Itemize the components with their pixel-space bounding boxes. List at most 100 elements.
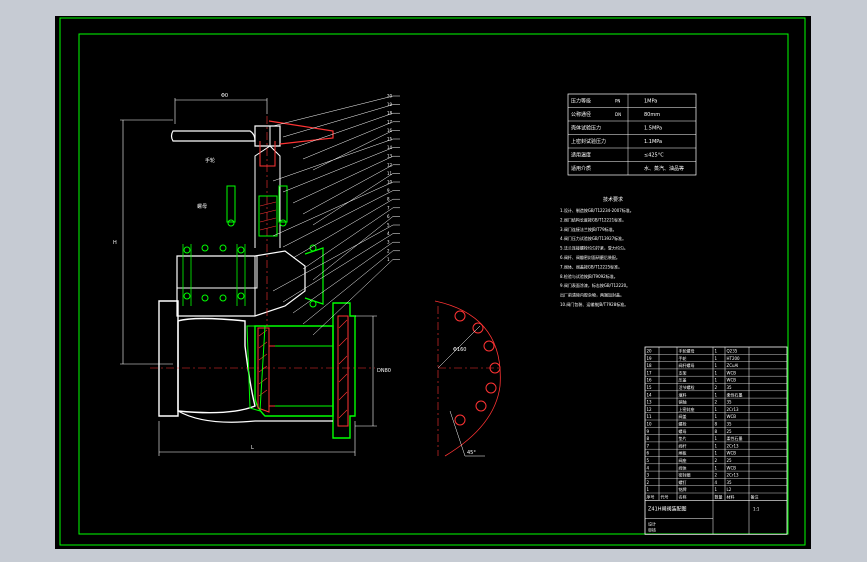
tech-req-item: 5.法兰连接螺栓均匀拧紧，受力均匀。 xyxy=(560,245,628,251)
part-label-nut: 螺母 xyxy=(197,203,207,210)
bom-header-cell: 数量 xyxy=(715,494,723,500)
tech-row-label: 壳体试验压力 xyxy=(571,125,601,132)
bom-cell: 2 xyxy=(715,458,718,463)
tech-req-item: 9.阀门表面涂漆，标志按GB/T12220。 xyxy=(560,282,630,288)
bom-cell: 1 xyxy=(715,407,718,412)
bom-cell: 5 xyxy=(647,458,650,463)
bom-cell: 35 xyxy=(727,480,733,485)
tech-req-item: 2.阀门结构长度按GB/T12221标准。 xyxy=(560,216,626,222)
bom-cell: 11 xyxy=(647,414,653,419)
viewport[interactable]: Φ0 H L DN80 手轮 螺母 20 19 18 17 16 15 14 13 12 11 10… xyxy=(0,0,867,562)
outer-border xyxy=(59,17,806,546)
bom-cell: 1 xyxy=(715,465,718,470)
bom-cell: HT200 xyxy=(727,356,741,361)
bom-cell: 1 xyxy=(715,378,718,383)
technical-requirements: 技术要求 1.设计、制造按GB/T12234-2007标准。 2.阀门结构长度按GB… xyxy=(560,196,634,307)
bom-cell: 15 xyxy=(647,385,653,390)
balloon-leaders: 2019181716151413121110987654321 xyxy=(272,94,400,336)
bom-cell: 35 xyxy=(727,422,733,427)
tech-parameter-table: 压力等级 PN 1MPa 公称通径 DN 80mm 壳体试验压力 1.5MPa 上密封试验压力 1… xyxy=(567,93,697,176)
tech-row-value: 1.5MPa xyxy=(644,126,662,132)
dim-height: H xyxy=(113,240,117,246)
bom-cell: 8 xyxy=(647,436,650,441)
balloon-2: 2 xyxy=(387,248,390,253)
bom-cell: 35 xyxy=(727,400,733,405)
balloon-7: 7 xyxy=(387,205,390,210)
bom-cell: 销轴 xyxy=(679,399,687,405)
balloon-12: 12 xyxy=(387,162,393,167)
bom-cell: 1 xyxy=(715,349,718,354)
title-block-name: Z41H闸阀装配图 xyxy=(648,505,687,512)
bom-cell: 手轮 xyxy=(679,355,687,361)
bom-cell: 1 xyxy=(715,443,718,448)
bom-cell: WCB xyxy=(727,465,737,470)
gate-valve-drawing: Φ0 H L DN80 手轮 螺母 2019181716151413121110… xyxy=(59,17,806,546)
bom-cell: 柔性石墨 xyxy=(727,391,743,397)
dim-pcd: Φ160 xyxy=(453,347,466,353)
tech-row-value: 80mm xyxy=(644,112,660,118)
bom-cell: 17 xyxy=(647,370,653,375)
bom-cell: 活节螺栓 xyxy=(679,384,695,390)
balloon-14: 14 xyxy=(387,145,393,150)
dim-length: L xyxy=(251,445,254,451)
balloon-1: 1 xyxy=(387,257,390,262)
bom-cell: 8 xyxy=(715,429,718,434)
drawing-canvas[interactable]: Φ0 H L DN80 手轮 螺母 20 19 18 17 16 15 14 13 12 11 10… xyxy=(55,16,811,549)
bom-header-cell: 材料 xyxy=(727,494,735,500)
bom-cell: 垫片 xyxy=(679,435,687,441)
bom-cell: 25 xyxy=(727,429,733,434)
title-block-checker: 审核 xyxy=(648,526,656,532)
bom-cell: 阀杆螺母 xyxy=(679,362,695,368)
tech-row-code: PN xyxy=(615,99,620,104)
bom-header-cell: 名称 xyxy=(679,494,687,500)
balloon-4: 4 xyxy=(387,231,390,236)
bom-cell: 1 xyxy=(715,356,718,361)
bom-cell: WCB xyxy=(727,451,737,456)
bom-cell: WCB xyxy=(727,414,737,419)
bom-cell: 1 xyxy=(715,436,718,441)
bom-cell: 阀座 xyxy=(679,457,687,463)
bom-cell: 2Cr13 xyxy=(727,407,740,412)
bill-of-materials: 20 手轮螺母 1 Q23519 手轮 1 HT20018 阀杆螺母 1 ZCuAl17 支架 1 WC… xyxy=(644,346,788,535)
tech-req-item: 10.阀门包装、运输按JB/T7928标准。 xyxy=(560,301,628,307)
bom-cell: 1 xyxy=(715,414,718,419)
bom-cell: 18 xyxy=(647,363,653,368)
tech-req-item: 6.阀杆、阀瓣密封面研磨后装配。 xyxy=(560,254,620,260)
bom-cell: 支架 xyxy=(679,369,687,375)
bom-cell: 阀盖 xyxy=(679,413,687,419)
bom-cell: 13 xyxy=(647,400,653,405)
balloon-3: 3 xyxy=(387,240,390,245)
valve-section-view xyxy=(150,116,375,439)
balloon-11: 11 xyxy=(387,171,393,176)
balloon-17: 17 xyxy=(387,119,393,124)
bom-cell: 螺栓 xyxy=(679,421,687,427)
bom-cell: 2Cr13 xyxy=(727,443,740,448)
bom-header-cell: 代号 xyxy=(661,494,669,500)
bom-cell: 2Cr13 xyxy=(727,473,740,478)
balloon-15: 15 xyxy=(387,137,393,142)
bom-cell: 螺母 xyxy=(679,428,687,434)
bom-cell: 1 xyxy=(715,487,718,492)
tech-req-item: 出厂前清除内腔杂物，两端加封盖。 xyxy=(560,292,624,298)
tech-row-label: 适用介质 xyxy=(571,165,591,172)
bom-cell: 1 xyxy=(715,370,718,375)
title-block-designer: 设计 xyxy=(648,520,656,526)
bom-cell: 4 xyxy=(715,480,718,485)
flange-bolt-view: Φ160 45° xyxy=(434,300,501,457)
bom-cell: 10 xyxy=(647,422,653,427)
bom-header-cell: 序号 xyxy=(647,494,655,500)
tech-row-label: 上密封试验压力 xyxy=(571,138,606,145)
bom-cell: 2 xyxy=(715,473,718,478)
bom-cell: 20 xyxy=(647,349,653,354)
bom-cell: 16 xyxy=(647,378,653,383)
bom-header-cell: 备注 xyxy=(751,494,759,500)
bom-cell: 闸板 xyxy=(679,450,687,456)
tech-row-label: 适用温度 xyxy=(571,152,591,159)
bom-cell: 1 xyxy=(715,392,718,397)
tech-row-label: 公称通径 xyxy=(571,111,591,118)
balloon-20: 20 xyxy=(387,94,393,99)
bom-cell: 2 xyxy=(715,400,718,405)
tech-req-heading: 技术要求 xyxy=(603,196,623,203)
bom-cell: 1 xyxy=(715,363,718,368)
bom-cell: 密封圈 xyxy=(679,472,691,478)
